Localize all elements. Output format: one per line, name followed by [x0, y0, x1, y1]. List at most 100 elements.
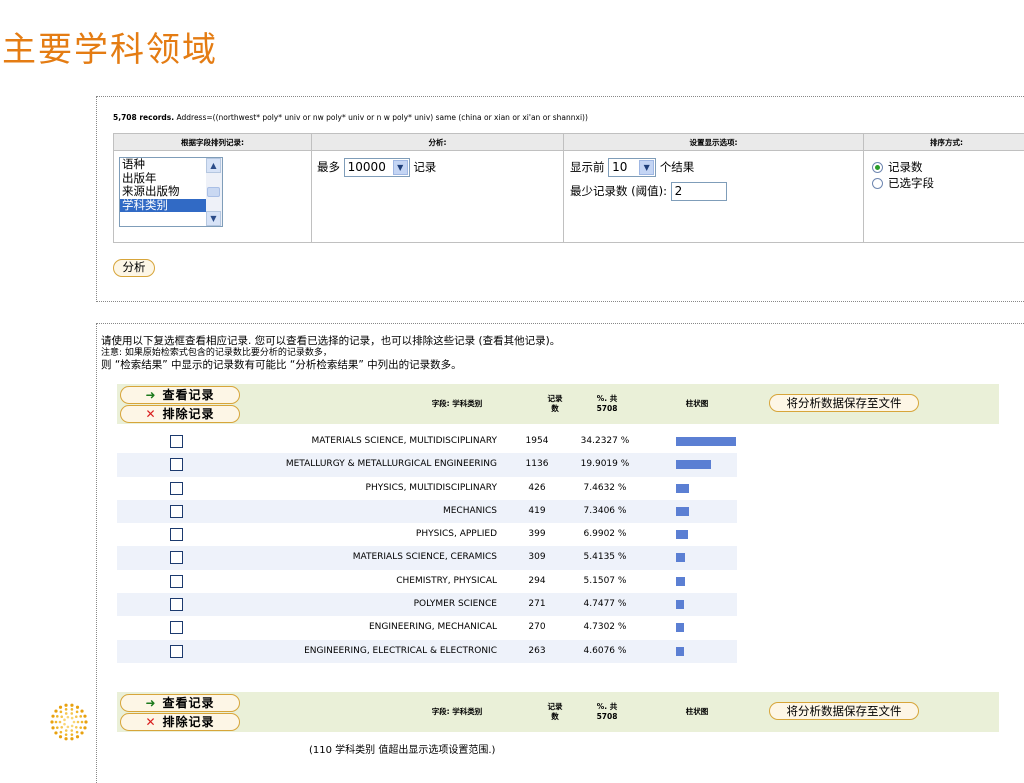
table-row: METALLURGY & METALLURGICAL ENGINEERING11… — [117, 453, 737, 476]
query-summary: 5,708 records. Address=((northwest* poly… — [113, 113, 588, 122]
min-records-input[interactable]: 2 — [671, 182, 727, 201]
logo-dot — [56, 715, 59, 718]
scroll-up-icon[interactable]: ▲ — [206, 158, 221, 173]
row-checkbox[interactable] — [170, 598, 183, 611]
row-checkbox[interactable] — [170, 482, 183, 495]
row-checkbox[interactable] — [170, 435, 183, 448]
logo-dot — [75, 715, 78, 718]
logo-dot — [83, 726, 86, 729]
logo-dot — [73, 721, 76, 724]
display-cell: 显示前 10 ▼ 个结果 最少记录数 (阈值): 2 — [564, 151, 864, 243]
exclude-records-button[interactable]: ✕排除记录 — [120, 713, 240, 731]
display-header: 设置显示选项: — [564, 134, 864, 151]
percent-value: 34.2327 % — [573, 430, 637, 453]
analysis-settings-panel: 5,708 records. Address=((northwest* poly… — [96, 96, 1024, 302]
field-column-header: 字段: 学科类别 — [397, 707, 517, 717]
count-column-header: 记录数 — [537, 702, 573, 722]
logo-dot — [50, 720, 53, 723]
logo-dot — [76, 735, 79, 738]
logo-dot — [81, 721, 84, 724]
percent-value: 7.3406 % — [573, 500, 637, 523]
histogram-bar — [676, 623, 684, 632]
field-listbox[interactable]: 语种 出版年 来源出版物 学科类别 ▲ ▼ — [119, 157, 223, 227]
logo-dot — [71, 725, 74, 728]
logo-dot — [70, 704, 73, 707]
histogram-bar — [676, 460, 711, 469]
row-checkbox[interactable] — [170, 645, 183, 658]
row-checkbox[interactable] — [170, 551, 183, 564]
settings-table: 根据字段排列记录: 分析: 设置显示选项: 排序方式: 语种 出版年 来源出版物… — [113, 133, 1024, 243]
logo-dot — [59, 706, 62, 709]
show-count-value: 10 — [612, 160, 627, 174]
record-count-value: 399 — [519, 523, 555, 546]
category-name: CHEMISTRY, PHYSICAL — [237, 570, 497, 593]
show-suffix: 个结果 — [660, 160, 695, 174]
category-name: ENGINEERING, ELECTRICAL & ELECTRONIC — [237, 640, 497, 663]
row-checkbox[interactable] — [170, 458, 183, 471]
logo-dot — [60, 715, 63, 718]
scroll-down-icon[interactable]: ▼ — [206, 211, 221, 226]
row-checkbox[interactable] — [170, 575, 183, 588]
min-records-label: 最少记录数 (阈值): — [570, 184, 667, 198]
logo-dot — [79, 726, 82, 729]
save-data-button[interactable]: 将分析数据保存至文件 — [769, 702, 919, 720]
chevron-down-icon[interactable]: ▼ — [639, 160, 654, 175]
field-option-selected[interactable]: 学科类别 — [120, 199, 207, 213]
percent-value: 6.9902 % — [573, 523, 637, 546]
save-data-button[interactable]: 将分析数据保存至文件 — [769, 394, 919, 412]
row-checkbox[interactable] — [170, 505, 183, 518]
percent-value: 5.1507 % — [573, 570, 637, 593]
category-name: MECHANICS — [237, 500, 497, 523]
logo-dot — [79, 715, 82, 718]
max-records-select[interactable]: 10000 ▼ — [344, 158, 410, 177]
histogram-bar — [676, 577, 685, 586]
analyze-button[interactable]: 分析 — [113, 259, 155, 277]
instruction-line: 注意: 如果原始检索式包含的记录数比要分析的记录数多， — [101, 347, 560, 359]
logo-dot — [70, 737, 73, 740]
chart-column-header: 柱状图 — [677, 707, 717, 717]
field-cell: 语种 出版年 来源出版物 学科类别 ▲ ▼ — [114, 151, 312, 243]
percent-value: 4.7477 % — [573, 593, 637, 616]
query-text: Address=((northwest* poly* univ or nw po… — [177, 113, 588, 122]
category-name: MATERIALS SCIENCE, MULTIDISCIPLINARY — [237, 430, 497, 453]
row-checkbox[interactable] — [170, 528, 183, 541]
logo-dot — [65, 708, 68, 711]
instruction-line: 则 “检索结果” 中显示的记录数有可能比 “分析检索结果” 中列出的记录数多。 — [101, 359, 560, 371]
chevron-down-icon[interactable]: ▼ — [393, 160, 408, 175]
table-row: CHEMISTRY, PHYSICAL 294 5.1507 % — [117, 570, 737, 593]
analyze-cell: 最多 10000 ▼ 记录 — [312, 151, 564, 243]
exclude-records-button[interactable]: ✕排除记录 — [120, 405, 240, 423]
radio-icon[interactable] — [872, 178, 883, 189]
table-row: PHYSICS, MULTIDISCIPLINARY4267.4632 % — [117, 477, 737, 500]
table-row: MATERIALS SCIENCE, MULTIDISCIPLINARY 1954… — [117, 430, 737, 453]
field-column-header: 字段: 学科类别 — [397, 399, 517, 409]
logo-dot — [75, 726, 78, 729]
record-count-value: 1954 — [519, 430, 555, 453]
percent-value: 7.4632 % — [573, 477, 637, 500]
show-count-select[interactable]: 10 ▼ — [608, 158, 656, 177]
view-records-button[interactable]: ➜查看记录 — [120, 694, 240, 712]
scroll-thumb[interactable] — [207, 187, 220, 197]
logo-dot — [76, 731, 79, 734]
sort-option-field[interactable]: 已选字段 — [872, 175, 934, 191]
logo-dot — [64, 737, 67, 740]
logo-dot — [80, 731, 83, 734]
analyze-prefix: 最多 — [317, 160, 340, 174]
listbox-scrollbar[interactable]: ▲ ▼ — [206, 158, 222, 226]
histogram-bar — [676, 647, 684, 656]
category-name: PHYSICS, APPLIED — [237, 523, 497, 546]
percent-value: 19.9019 % — [573, 453, 637, 476]
results-table: MATERIALS SCIENCE, MULTIDISCIPLINARY 1954… — [117, 430, 737, 663]
sort-option-records[interactable]: 记录数 — [872, 159, 923, 175]
category-name: ENGINEERING, MECHANICAL — [237, 616, 497, 639]
logo-dot — [76, 706, 79, 709]
logo-dot — [60, 731, 63, 734]
record-count-value: 294 — [519, 570, 555, 593]
record-count-value: 1136 — [519, 453, 555, 476]
radio-selected-icon[interactable] — [872, 162, 883, 173]
row-checkbox[interactable] — [170, 621, 183, 634]
view-records-button[interactable]: ➜查看记录 — [120, 386, 240, 404]
table-row: MECHANICS4197.3406 % — [117, 500, 737, 523]
histogram-bar — [676, 530, 688, 539]
count-column-header: 记录数 — [537, 394, 573, 414]
